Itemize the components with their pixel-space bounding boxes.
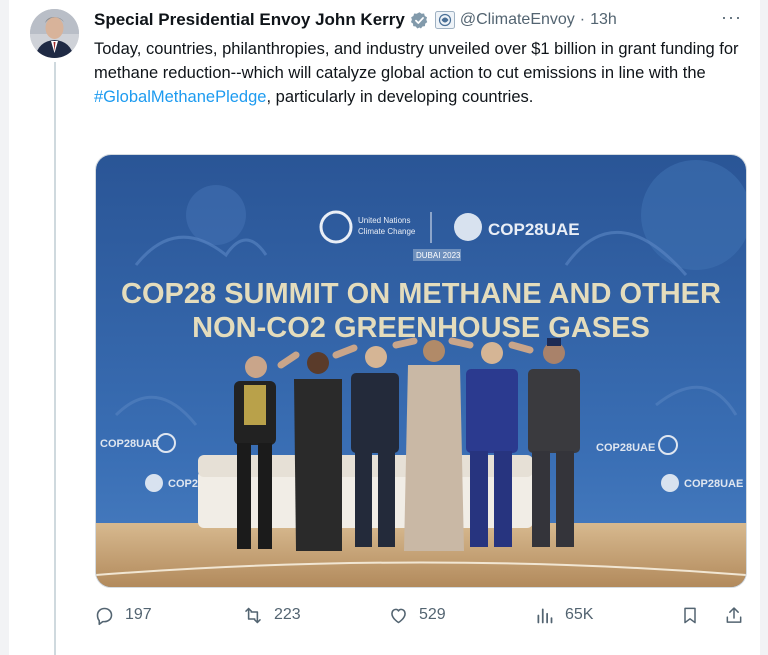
share-icon[interactable] bbox=[724, 605, 744, 626]
share-action[interactable] bbox=[724, 600, 754, 630]
right-gutter bbox=[760, 0, 768, 655]
tweet-photo[interactable]: United Nations Climate Change COP28UAE D… bbox=[95, 154, 747, 588]
like-count: 529 bbox=[419, 606, 446, 623]
government-flag-icon bbox=[434, 11, 455, 29]
thread-line bbox=[54, 62, 56, 655]
views-chart-icon[interactable] bbox=[534, 605, 555, 626]
tweet-time[interactable]: 13h bbox=[590, 11, 617, 29]
views-action[interactable]: 65K bbox=[534, 600, 593, 630]
views-count: 65K bbox=[565, 606, 594, 623]
repost-icon[interactable] bbox=[242, 605, 264, 626]
author-handle[interactable]: @ClimateEnvoy bbox=[460, 11, 575, 29]
banner-line-2: NON-CO2 GREENHOUSE GASES bbox=[192, 312, 650, 344]
avatar[interactable] bbox=[30, 9, 79, 58]
banner-line-1: COP28 SUMMIT ON METHANE AND OTHER bbox=[121, 278, 721, 310]
verified-badge-icon bbox=[410, 11, 429, 30]
reply-action[interactable]: 197 bbox=[94, 600, 152, 630]
like-action[interactable]: 529 bbox=[388, 600, 446, 630]
bookmark-action[interactable] bbox=[680, 600, 710, 630]
tweet-actions: 197 223 529 65K bbox=[94, 600, 744, 630]
tweet-text-part1: Today, countries, philanthropies, and in… bbox=[94, 40, 739, 82]
repost-count: 223 bbox=[274, 606, 301, 623]
reply-icon[interactable] bbox=[94, 605, 115, 626]
side-cop-label-right: COP28UAE bbox=[596, 442, 655, 454]
reply-count: 197 bbox=[125, 606, 152, 623]
left-gutter bbox=[0, 0, 9, 655]
un-label-1: United Nations bbox=[358, 216, 410, 225]
more-options-icon[interactable]: ··· bbox=[721, 7, 742, 28]
author-name[interactable]: Special Presidential Envoy John Kerry bbox=[94, 10, 405, 30]
cop-logo-label: COP28UAE bbox=[488, 220, 580, 239]
repost-action[interactable]: 223 bbox=[242, 600, 301, 630]
hashtag-link[interactable]: #GlobalMethanePledge bbox=[94, 88, 266, 106]
side-cop-label-left: COP28UAE bbox=[100, 438, 159, 450]
tweet-text-part2: , particularly in developing countries. bbox=[266, 88, 534, 106]
tweet-body: Today, countries, philanthropies, and in… bbox=[94, 37, 744, 109]
bookmark-icon[interactable] bbox=[680, 605, 700, 626]
side-cop-label-right-2: COP28UAE bbox=[684, 478, 743, 490]
heart-icon[interactable] bbox=[388, 605, 409, 626]
time-separator: · bbox=[579, 11, 586, 28]
dubai-label: DUBAI 2023 bbox=[416, 251, 461, 260]
un-label-2: Climate Change bbox=[358, 227, 416, 236]
tweet-header: Special Presidential Envoy John Kerry @C… bbox=[94, 8, 617, 32]
